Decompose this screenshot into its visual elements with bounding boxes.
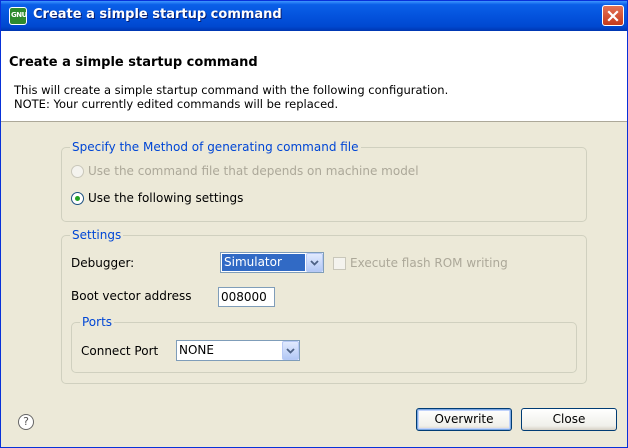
radio-following-settings[interactable]: Use the following settings — [71, 191, 243, 205]
settings-group-legend: Settings — [72, 228, 122, 242]
debugger-select-value: Simulator — [222, 254, 305, 271]
overwrite-button[interactable]: Overwrite — [416, 408, 512, 431]
window-close-button[interactable] — [602, 5, 624, 26]
connect-port-label: Connect Port — [81, 344, 159, 358]
boot-vector-label: Boot vector address — [71, 289, 192, 303]
chevron-down-icon[interactable] — [306, 253, 323, 272]
method-group-legend: Specify the Method of generating command… — [72, 140, 359, 154]
gnu-app-icon: GNU — [9, 7, 27, 25]
close-button[interactable]: Close — [521, 408, 617, 431]
dialog-window: GNU Create a simple startup command Crea… — [0, 0, 628, 448]
close-icon — [607, 9, 619, 22]
execute-flash-checkbox[interactable] — [333, 256, 346, 270]
method-group: Specify the Method of generating command… — [61, 140, 587, 222]
header-title: Create a simple startup command — [9, 55, 258, 70]
connect-port-select-value: NONE — [179, 343, 214, 357]
boot-vector-input[interactable]: 008000 — [218, 287, 275, 307]
radio-machine-model[interactable]: Use the command file that depends on mac… — [71, 164, 419, 178]
execute-flash-label: Execute flash ROM writing — [350, 256, 508, 270]
debugger-label: Debugger: — [71, 256, 135, 270]
radio-machine-model-label: Use the command file that depends on mac… — [88, 164, 419, 178]
radio-following-settings-button[interactable] — [71, 191, 84, 205]
radio-following-settings-label: Use the following settings — [88, 191, 244, 205]
dialog-header: Create a simple startup command This wil… — [1, 31, 627, 122]
header-note: NOTE: Your currently edited commands wil… — [14, 97, 339, 111]
connect-port-select[interactable]: NONE — [176, 340, 300, 361]
title-bar[interactable]: GNU Create a simple startup command — [1, 1, 627, 31]
header-description: This will create a simple startup comman… — [14, 83, 449, 97]
window-title: Create a simple startup command — [33, 7, 282, 22]
execute-flash-checkbox-row[interactable]: Execute flash ROM writing — [333, 256, 508, 270]
ports-group-legend: Ports — [82, 315, 113, 329]
debugger-select[interactable]: Simulator — [220, 252, 324, 273]
help-icon[interactable]: ? — [18, 414, 34, 430]
radio-selected-dot — [75, 195, 80, 201]
chevron-down-icon[interactable] — [282, 341, 299, 360]
radio-machine-model-button[interactable] — [71, 164, 84, 178]
